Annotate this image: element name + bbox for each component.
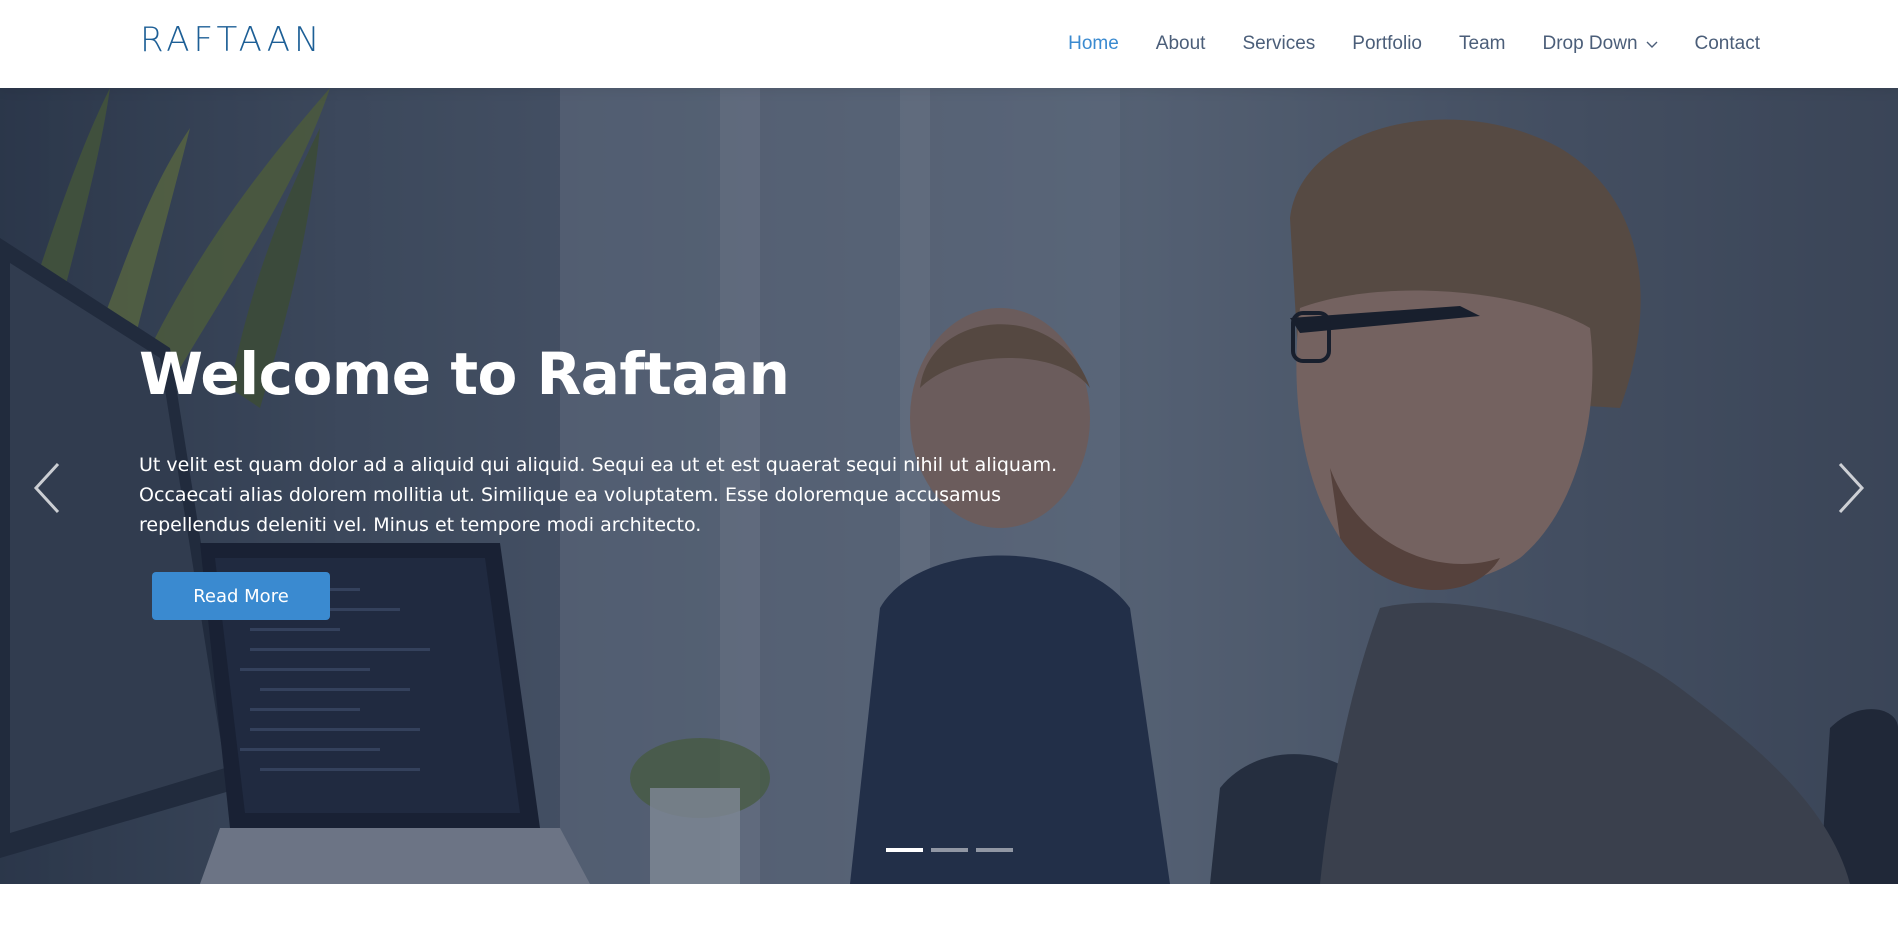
carousel-indicator-2[interactable]: [931, 848, 968, 852]
nav-item-portfolio[interactable]: Portfolio: [1352, 33, 1422, 55]
hero-carousel: Welcome to Raftaan Ut velit est quam dol…: [0, 88, 1898, 884]
main-nav: Home About Services Portfolio Team Drop …: [1031, 0, 1760, 88]
nav-item-drop-down[interactable]: Drop Down: [1542, 33, 1658, 55]
nav-item-drop-down-label: Drop Down: [1542, 33, 1638, 54]
nav-item-contact[interactable]: Contact: [1695, 33, 1760, 55]
carousel-indicator-1[interactable]: [886, 848, 923, 852]
read-more-button[interactable]: Read More: [152, 572, 330, 620]
chevron-left-icon[interactable]: [30, 460, 64, 516]
hero-title: Welcome to Raftaan: [139, 340, 790, 408]
site-logo[interactable]: RAFTAAN: [140, 20, 324, 60]
nav-item-team[interactable]: Team: [1459, 33, 1505, 55]
chevron-down-icon: [1646, 41, 1658, 48]
carousel-indicator-3[interactable]: [976, 848, 1013, 852]
carousel-indicators: [886, 848, 1021, 852]
chevron-right-icon[interactable]: [1834, 460, 1868, 516]
nav-item-about[interactable]: About: [1156, 33, 1206, 55]
nav-item-home[interactable]: Home: [1068, 33, 1119, 55]
nav-item-services[interactable]: Services: [1242, 33, 1315, 55]
site-header: RAFTAAN Home About Services Portfolio Te…: [0, 0, 1898, 88]
hero-description: Ut velit est quam dolor ad a aliquid qui…: [139, 454, 1058, 536]
